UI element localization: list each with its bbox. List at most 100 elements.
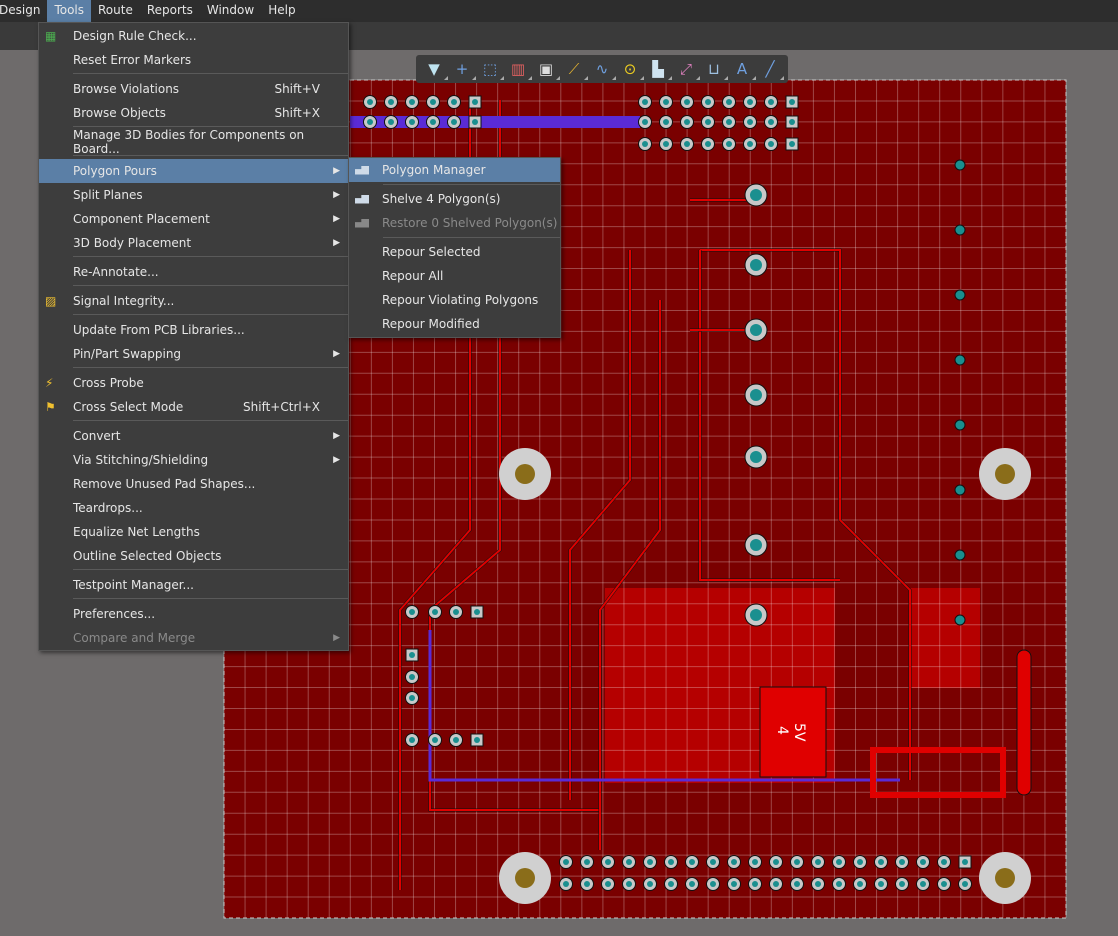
menu-item-shelve-4-polygon-s[interactable]: Shelve 4 Polygon(s) <box>349 187 560 211</box>
menu-item-label: Repour Selected <box>382 245 481 259</box>
menu-separator <box>73 420 348 421</box>
cross-probe-icon: ⚡ <box>45 376 54 390</box>
pad-hole <box>726 119 732 125</box>
menu-item-split-planes[interactable]: Split Planes ▶ <box>39 183 348 207</box>
menu-item-label: Remove Unused Pad Shapes... <box>73 477 256 491</box>
menu-item-label: Reset Error Markers <box>73 53 192 67</box>
menu-item-repour-all[interactable]: Repour All <box>349 264 560 288</box>
menu-item-label: Testpoint Manager... <box>73 578 194 592</box>
pad-hole <box>794 859 800 865</box>
menu-item-teardrops[interactable]: Teardrops... <box>39 496 348 520</box>
menu-window[interactable]: Window <box>200 0 261 22</box>
pad-hole <box>962 859 968 865</box>
pad-hole <box>789 119 795 125</box>
menu-item-component-placement[interactable]: Component Placement ▶ <box>39 207 348 231</box>
pad-hole <box>451 99 457 105</box>
menu-item-label: Repour Violating Polygons <box>382 293 539 307</box>
pad-hole <box>642 119 648 125</box>
menu-item-polygon-pours[interactable]: Polygon Pours ▶ <box>39 159 348 183</box>
select-rect-icon[interactable]: ⬚ <box>478 58 504 80</box>
menu-item-cross-probe[interactable]: ⚡ Cross Probe <box>39 371 348 395</box>
menu-item-repour-violating-polygons[interactable]: Repour Violating Polygons <box>349 288 560 312</box>
pad-hole <box>750 324 762 336</box>
pad-hole <box>789 99 795 105</box>
menu-item-testpoint-manager[interactable]: Testpoint Manager... <box>39 573 348 597</box>
pad-hole <box>409 695 415 701</box>
polygon-pours-submenu: Polygon Manager Shelve 4 Polygon(s) Restor… <box>348 157 561 338</box>
component-label: 5V <box>791 723 807 742</box>
pad-hole <box>453 737 459 743</box>
via-icon[interactable]: ⊙ <box>618 58 644 80</box>
menu-item-browse-violations[interactable]: Browse Violations Shift+V <box>39 77 348 101</box>
text-icon[interactable]: A <box>730 58 756 80</box>
pad-hole <box>726 141 732 147</box>
pad-hole <box>409 674 415 680</box>
interactive-diff-pair-icon[interactable]: ∿ <box>590 58 616 80</box>
pad-hole <box>663 119 669 125</box>
pad-hole <box>432 737 438 743</box>
menu-reports[interactable]: Reports <box>140 0 200 22</box>
pad-hole <box>773 881 779 887</box>
menu-item-via-stitching-shielding[interactable]: Via Stitching/Shielding ▶ <box>39 448 348 472</box>
menu-item-remove-unused-pad-shapes[interactable]: Remove Unused Pad Shapes... <box>39 472 348 496</box>
menu-item-update-from-pcb-libraries[interactable]: Update From PCB Libraries... <box>39 318 348 342</box>
menu-item-reset-error-markers[interactable]: Reset Error Markers <box>39 48 348 72</box>
net-icon[interactable]: ⤢ <box>674 58 700 80</box>
menu-design[interactable]: Design <box>0 0 47 22</box>
menu-item-pin-part-swapping[interactable]: Pin/Part Swapping ▶ <box>39 342 348 366</box>
menu-item-cross-select-mode[interactable]: ⚑ Cross Select Mode Shift+Ctrl+X <box>39 395 348 419</box>
chevron-right-icon: ▶ <box>333 214 340 224</box>
menu-item-3d-body-placement[interactable]: 3D Body Placement ▶ <box>39 231 348 255</box>
pad-hole <box>472 119 478 125</box>
menu-route[interactable]: Route <box>91 0 140 22</box>
drc-icon: ▦ <box>45 29 57 43</box>
pad-hole <box>731 859 737 865</box>
menu-bar: Design Tools Route Reports Window Help <box>0 0 1118 22</box>
menu-item-label: Repour Modified <box>382 317 480 331</box>
menu-item-outline-selected-objects[interactable]: Outline Selected Objects <box>39 544 348 568</box>
pad-hole <box>941 881 947 887</box>
menu-item-label: Browse Objects <box>73 106 166 120</box>
filter-icon[interactable]: ▼ <box>422 58 448 80</box>
menu-item-browse-objects[interactable]: Browse Objects Shift+X <box>39 101 348 125</box>
menu-item-design-rule-check[interactable]: ▦ Design Rule Check... <box>39 24 348 48</box>
pad-hole <box>642 99 648 105</box>
menu-item-equalize-net-lengths[interactable]: Equalize Net Lengths <box>39 520 348 544</box>
crosshair-icon[interactable]: + <box>450 58 476 80</box>
menu-item-signal-integrity[interactable]: ▨ Signal Integrity... <box>39 289 348 313</box>
menu-item-label: Equalize Net Lengths <box>73 525 200 539</box>
signal-integrity-icon: ▨ <box>45 294 57 308</box>
menu-item-repour-selected[interactable]: Repour Selected <box>349 240 560 264</box>
menu-help[interactable]: Help <box>261 0 302 22</box>
menu-item-label: Polygon Manager <box>382 163 486 177</box>
pad-hole <box>668 859 674 865</box>
pad-hole <box>451 119 457 125</box>
pad-hole <box>726 99 732 105</box>
pad-hole <box>409 652 415 658</box>
menu-item-polygon-manager[interactable]: Polygon Manager <box>349 158 560 182</box>
menu-item-label: Cross Probe <box>73 376 144 390</box>
menu-separator <box>73 256 348 257</box>
menu-item-re-annotate[interactable]: Re-Annotate... <box>39 260 348 284</box>
pad-hole <box>920 881 926 887</box>
menu-item-preferences[interactable]: Preferences... <box>39 602 348 626</box>
pcb-active-bar: ▼ + ⬚ ▥ ▣ ⟋ ∿ ⊙ ▙ ⤢ ⊔ A ╱ <box>416 55 788 83</box>
polygon-icon[interactable]: ▙ <box>646 58 672 80</box>
pad-hole <box>899 859 905 865</box>
pad-hole <box>750 451 762 463</box>
menu-item-manage-3d-bodies-for-components-on-board[interactable]: Manage 3D Bodies for Components on Board… <box>39 128 348 156</box>
menu-separator <box>73 126 348 127</box>
menu-separator <box>73 569 348 570</box>
dimension-icon[interactable]: ⊔ <box>702 58 728 80</box>
pad-hole <box>605 859 611 865</box>
line-icon[interactable]: ╱ <box>758 58 784 80</box>
chevron-right-icon: ▶ <box>333 349 340 359</box>
menu-item-repour-modified[interactable]: Repour Modified <box>349 312 560 336</box>
align-icon[interactable]: ▥ <box>506 58 532 80</box>
menu-tools[interactable]: Tools <box>47 0 91 22</box>
menu-item-label: Via Stitching/Shielding <box>73 453 209 467</box>
via <box>954 549 966 561</box>
component-icon[interactable]: ▣ <box>534 58 560 80</box>
route-icon[interactable]: ⟋ <box>562 58 588 80</box>
menu-item-convert[interactable]: Convert ▶ <box>39 424 348 448</box>
